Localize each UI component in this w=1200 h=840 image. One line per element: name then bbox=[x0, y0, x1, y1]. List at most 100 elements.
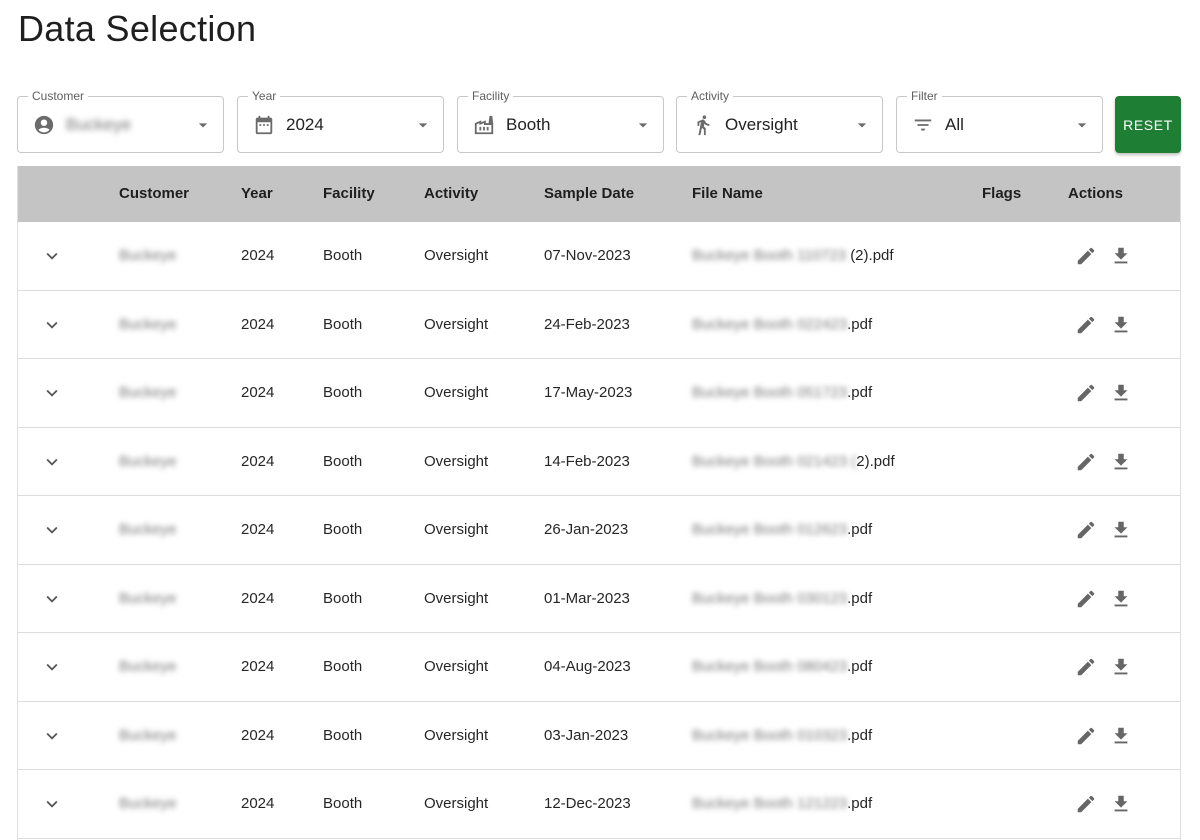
column-header-activity[interactable]: Activity bbox=[424, 166, 478, 222]
file-name-suffix: .pdf bbox=[847, 726, 873, 744]
expand-row-icon[interactable] bbox=[40, 587, 64, 611]
cell-year: 2024 bbox=[241, 384, 275, 401]
cell-customer: Buckeye bbox=[119, 384, 177, 401]
expand-row-icon[interactable] bbox=[40, 244, 64, 268]
table-header: Customer Year Facility Activity Sample D… bbox=[18, 166, 1180, 222]
download-icon[interactable] bbox=[1109, 587, 1133, 611]
download-icon[interactable] bbox=[1109, 450, 1133, 474]
cell-activity: Oversight bbox=[424, 589, 489, 607]
file-name-redacted: Buckeye Booth 021423 ( bbox=[692, 452, 857, 470]
table-row[interactable]: Buckeye 2024 Booth Oversight 12-Dec-2023… bbox=[18, 770, 1180, 839]
edit-icon[interactable] bbox=[1074, 244, 1098, 268]
table-row[interactable]: Buckeye 2024 Booth Oversight 14-Feb-2023… bbox=[18, 427, 1180, 496]
file-name-suffix: .pdf bbox=[847, 795, 873, 812]
edit-icon[interactable] bbox=[1074, 655, 1098, 679]
cell-sample-date: 26-Jan-2023 bbox=[544, 521, 629, 538]
expand-row-icon[interactable] bbox=[40, 313, 64, 337]
column-header-file-name[interactable]: File Name bbox=[692, 166, 763, 222]
cell-facility: Booth bbox=[323, 521, 363, 538]
cell-activity: Oversight bbox=[424, 384, 489, 401]
edit-icon[interactable] bbox=[1074, 587, 1098, 611]
expand-row-icon[interactable] bbox=[40, 792, 64, 816]
download-icon[interactable] bbox=[1109, 792, 1133, 816]
cell-facility: Booth bbox=[323, 315, 363, 333]
filter-list-icon bbox=[911, 113, 935, 137]
year-select[interactable]: Year 2024 bbox=[237, 88, 444, 153]
cell-file-name: Buckeye Booth 121223.pdf bbox=[692, 770, 872, 838]
cell-facility: Booth bbox=[323, 247, 363, 264]
edit-icon[interactable] bbox=[1074, 724, 1098, 748]
table-row[interactable]: Buckeye 2024 Booth Oversight 03-Jan-2023… bbox=[18, 701, 1180, 770]
customer-value: Buckeye bbox=[66, 114, 132, 134]
edit-icon[interactable] bbox=[1074, 313, 1098, 337]
download-icon[interactable] bbox=[1109, 724, 1133, 748]
activity-select[interactable]: Activity Oversight bbox=[676, 88, 883, 153]
edit-icon[interactable] bbox=[1074, 381, 1098, 405]
facility-select[interactable]: Facility Booth bbox=[457, 88, 664, 153]
file-name-redacted: Buckeye Booth 012623 bbox=[692, 521, 848, 538]
cell-year: 2024 bbox=[241, 315, 275, 333]
filter-select[interactable]: Filter All bbox=[896, 88, 1103, 153]
edit-icon[interactable] bbox=[1074, 450, 1098, 474]
cell-file-name: Buckeye Booth 021423 (2).pdf bbox=[692, 428, 895, 496]
cell-sample-date: 24-Feb-2023 bbox=[544, 315, 630, 333]
year-value: 2024 bbox=[286, 114, 324, 134]
column-header-flags[interactable]: Flags bbox=[982, 166, 1021, 222]
download-icon[interactable] bbox=[1109, 518, 1133, 542]
cell-activity: Oversight bbox=[424, 315, 489, 333]
caret-down-icon bbox=[631, 113, 655, 137]
cell-file-name: Buckeye Booth 110723 (2).pdf bbox=[692, 222, 894, 290]
cell-customer: Buckeye bbox=[119, 726, 177, 744]
column-header-sample-date[interactable]: Sample Date bbox=[544, 166, 634, 222]
column-header-customer[interactable]: Customer bbox=[119, 166, 189, 222]
cell-sample-date: 14-Feb-2023 bbox=[544, 452, 630, 470]
caret-down-icon bbox=[850, 113, 874, 137]
cell-file-name: Buckeye Booth 022423.pdf bbox=[692, 291, 872, 359]
expand-row-icon[interactable] bbox=[40, 381, 64, 405]
column-header-facility[interactable]: Facility bbox=[323, 166, 375, 222]
expand-row-icon[interactable] bbox=[40, 724, 64, 748]
cell-year: 2024 bbox=[241, 658, 275, 675]
download-icon[interactable] bbox=[1109, 381, 1133, 405]
cell-activity: Oversight bbox=[424, 247, 489, 264]
cell-sample-date: 12-Dec-2023 bbox=[544, 795, 631, 812]
reset-button[interactable]: RESET bbox=[1115, 96, 1181, 153]
expand-row-icon[interactable] bbox=[40, 655, 64, 679]
download-icon[interactable] bbox=[1109, 244, 1133, 268]
edit-icon[interactable] bbox=[1074, 792, 1098, 816]
cell-activity: Oversight bbox=[424, 521, 489, 538]
table-row[interactable]: Buckeye 2024 Booth Oversight 01-Mar-2023… bbox=[18, 564, 1180, 633]
table-row[interactable]: Buckeye 2024 Booth Oversight 04-Aug-2023… bbox=[18, 633, 1180, 702]
table-row[interactable]: Buckeye 2024 Booth Oversight 17-May-2023… bbox=[18, 359, 1180, 428]
edit-icon[interactable] bbox=[1074, 518, 1098, 542]
cell-customer: Buckeye bbox=[119, 589, 177, 607]
filter-label: Filter bbox=[907, 88, 942, 104]
download-icon[interactable] bbox=[1109, 655, 1133, 679]
cell-facility: Booth bbox=[323, 589, 363, 607]
calendar-icon bbox=[252, 113, 276, 137]
cell-year: 2024 bbox=[241, 726, 275, 744]
file-name-suffix: 2).pdf bbox=[856, 452, 895, 470]
table-row[interactable]: Buckeye 2024 Booth Oversight 07-Nov-2023… bbox=[18, 222, 1180, 291]
column-header-year[interactable]: Year bbox=[241, 166, 273, 222]
cell-facility: Booth bbox=[323, 726, 363, 744]
table-row[interactable]: Buckeye 2024 Booth Oversight 24-Feb-2023… bbox=[18, 290, 1180, 359]
customer-select[interactable]: Customer Buckeye bbox=[17, 88, 224, 153]
file-name-redacted: Buckeye Booth 121223 bbox=[692, 795, 848, 812]
file-name-redacted: Buckeye Booth 022423 bbox=[692, 315, 848, 333]
cell-file-name: Buckeye Booth 030123.pdf bbox=[692, 565, 872, 633]
walking-person-icon bbox=[691, 113, 715, 137]
expand-row-icon[interactable] bbox=[40, 518, 64, 542]
table-row[interactable]: Buckeye 2024 Booth Oversight 26-Jan-2023… bbox=[18, 496, 1180, 565]
facility-value: Booth bbox=[506, 114, 551, 134]
caret-down-icon bbox=[191, 113, 215, 137]
file-name-redacted: Buckeye Booth 030123 bbox=[692, 589, 848, 607]
expand-row-icon[interactable] bbox=[40, 450, 64, 474]
cell-customer: Buckeye bbox=[119, 315, 177, 333]
caret-down-icon bbox=[1070, 113, 1094, 137]
caret-down-icon bbox=[411, 113, 435, 137]
download-icon[interactable] bbox=[1109, 313, 1133, 337]
file-name-redacted: Buckeye Booth 080423 bbox=[692, 658, 848, 675]
year-label: Year bbox=[248, 88, 281, 104]
cell-customer: Buckeye bbox=[119, 247, 177, 264]
